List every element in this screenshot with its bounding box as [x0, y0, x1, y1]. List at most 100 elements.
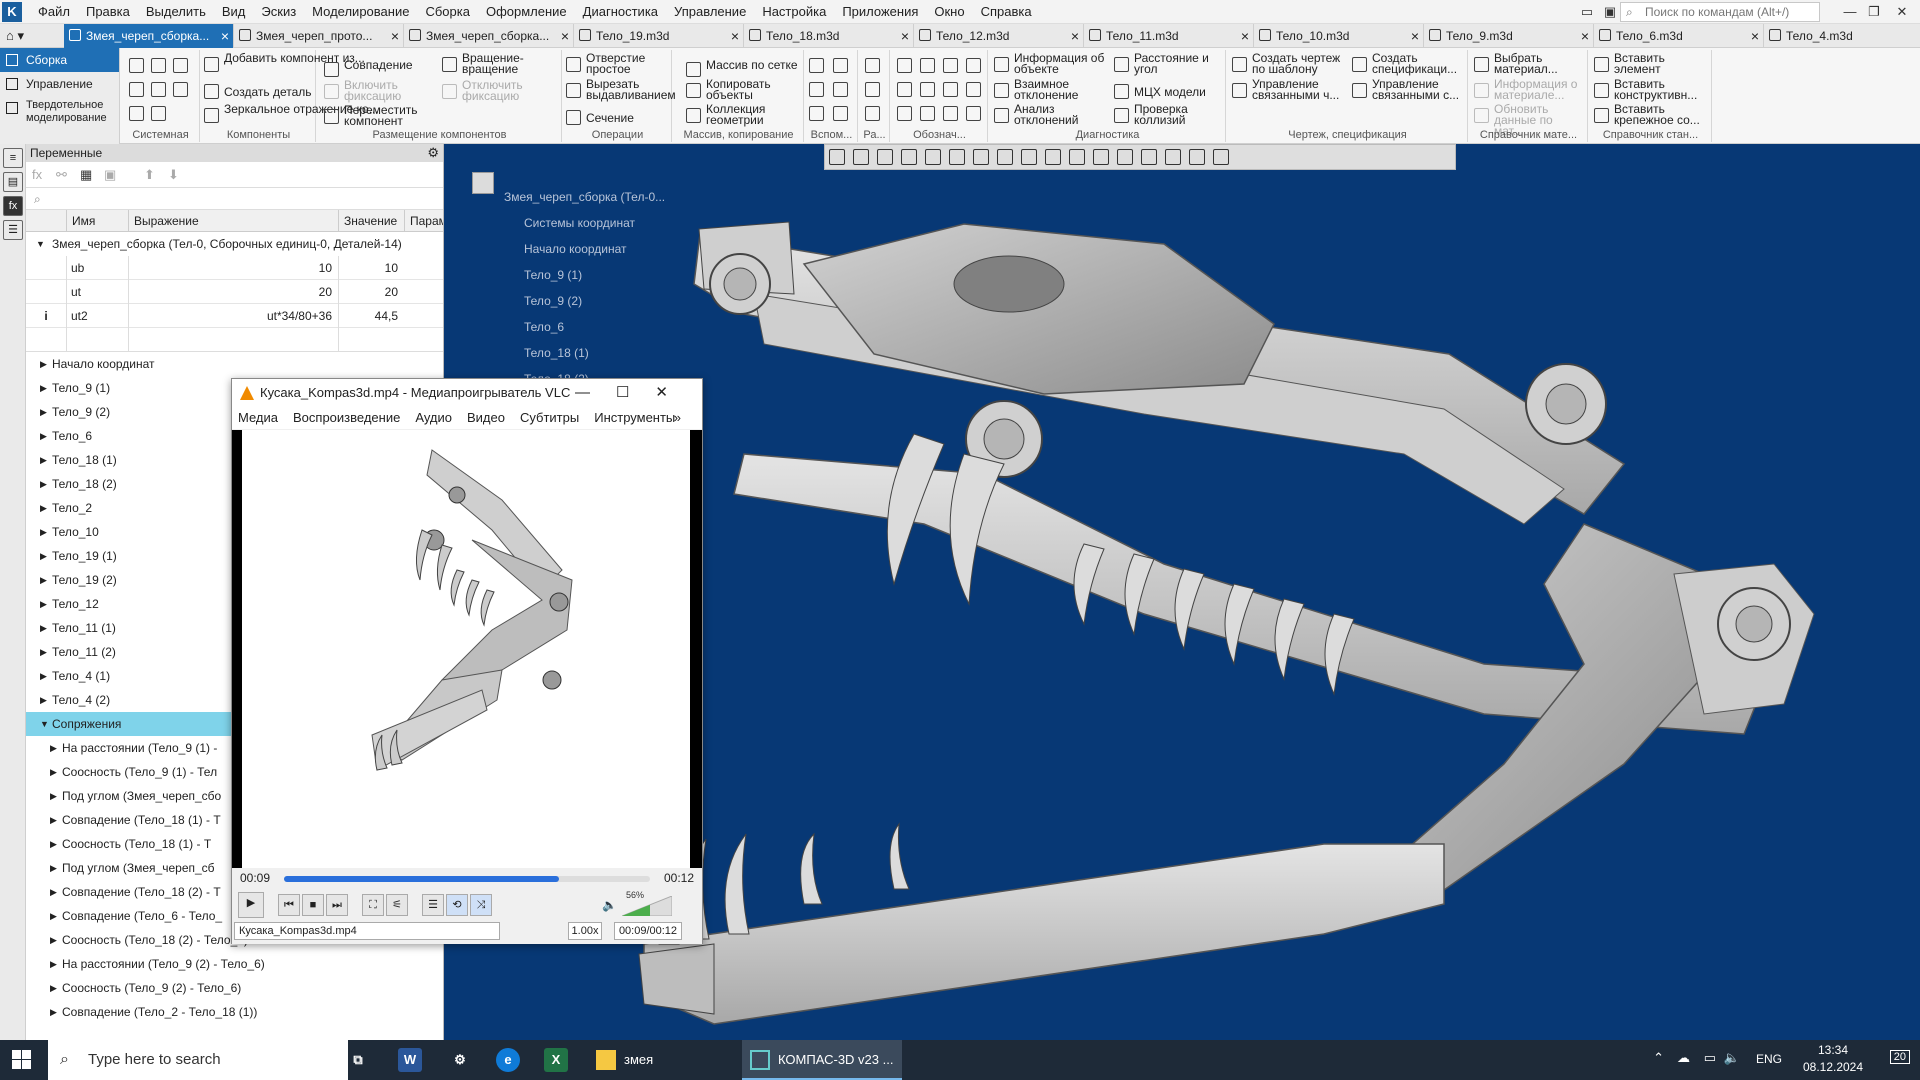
menu-item[interactable]: Правка	[78, 0, 138, 24]
close-button[interactable]: ✕	[1892, 2, 1912, 22]
redo-icon[interactable]	[151, 106, 166, 121]
close-tab-icon[interactable]: ×	[561, 24, 569, 48]
manage-linked-specs-button[interactable]: Управление связанными с...	[1352, 78, 1466, 103]
mode-solid-modeling[interactable]: Твердотельное моделирование	[0, 96, 119, 128]
settings-icon[interactable]: ⚙	[448, 1048, 472, 1072]
expand-arrow-icon[interactable]: ▶	[40, 664, 47, 688]
move-down-icon[interactable]: ⬇	[168, 167, 179, 183]
gear-icon[interactable]: ⚙	[427, 144, 439, 162]
document-tab[interactable]: Тело_18.m3d ×	[744, 24, 914, 48]
table-icon[interactable]	[897, 106, 912, 121]
variable-expression[interactable]: 10	[128, 256, 338, 280]
view-icon[interactable]: ▣	[1600, 2, 1620, 22]
volume-icon[interactable]: 🔈	[1724, 1050, 1740, 1066]
notification-button[interactable]: 20	[1889, 1050, 1910, 1064]
taskbar-search-input[interactable]: ⌕ Type here to search	[48, 1040, 348, 1080]
update-material-button[interactable]: Обновить данные по мат...	[1474, 103, 1584, 137]
expand-arrow-icon[interactable]: ▶	[40, 376, 47, 400]
leader-icon[interactable]	[897, 58, 912, 73]
menu-item[interactable]: Вид	[214, 0, 254, 24]
sketch-icon[interactable]	[833, 106, 848, 121]
position-icon[interactable]	[897, 82, 912, 97]
geometry-collection-button[interactable]: Коллекция геометрии	[686, 103, 796, 128]
column-value[interactable]: Значение	[338, 210, 408, 232]
expand-arrow-icon[interactable]: ▶	[40, 688, 47, 712]
menu-item[interactable]: Справка	[973, 0, 1040, 24]
weld-icon[interactable]	[943, 82, 958, 97]
close-tab-icon[interactable]: ×	[901, 24, 909, 48]
shuffle-button[interactable]: ⤨	[470, 894, 492, 916]
menu-item[interactable]: Диагностика	[575, 0, 666, 24]
table-row-empty[interactable]	[26, 328, 443, 352]
excel-icon[interactable]: X	[544, 1048, 568, 1072]
taskbar-folder[interactable]: змея	[588, 1040, 738, 1080]
minimize-button[interactable]: —	[1840, 2, 1860, 22]
variables-search-input[interactable]: ⌕	[26, 188, 443, 210]
expand-arrow-icon[interactable]: ▶	[40, 592, 47, 616]
object-info-button[interactable]: Информация об объекте	[994, 52, 1114, 77]
vlc-menu-item[interactable]: Аудио	[415, 407, 452, 429]
menu-item[interactable]: Настройка	[754, 0, 834, 24]
select-material-button[interactable]: Выбрать материал...	[1474, 52, 1584, 77]
variables-icon[interactable]: fx	[3, 196, 23, 216]
menu-item[interactable]: Сборка	[417, 0, 478, 24]
rotation-button[interactable]: Вращение-вращение	[442, 52, 542, 77]
linear-dim-icon[interactable]	[865, 58, 880, 73]
menu-item[interactable]: Эскиз	[253, 0, 304, 24]
vlc-menu-item[interactable]: Субтитры	[520, 407, 579, 429]
preview-icon[interactable]	[151, 82, 166, 97]
time-display[interactable]: 00:09/00:12	[614, 922, 682, 940]
document-tab[interactable]: Змея_череп_сборка... ×	[404, 24, 574, 48]
column-expression[interactable]: Выражение	[128, 210, 364, 232]
print-icon[interactable]	[129, 82, 144, 97]
expand-arrow-icon[interactable]: ▶	[50, 880, 57, 904]
variable-name[interactable]: ub	[66, 256, 128, 280]
tray-chevron-icon[interactable]: ⌃	[1653, 1050, 1664, 1066]
expand-arrow-icon[interactable]: ▶	[50, 952, 57, 976]
document-tab[interactable]: Змея_череп_сборка... ×	[64, 24, 234, 48]
speed-button[interactable]: 1.00x	[568, 922, 602, 940]
undo-icon[interactable]	[129, 106, 144, 121]
hole-button[interactable]: Отверстие простое	[566, 52, 670, 77]
table-icon[interactable]: ▦	[80, 167, 92, 183]
expand-arrow-icon[interactable]: ▶	[50, 760, 57, 784]
tree-item[interactable]: ▶ Начало координат	[26, 352, 443, 376]
fullscreen-button[interactable]: ⛶	[362, 894, 384, 916]
layers-icon[interactable]: ☰	[3, 220, 23, 240]
task-view-icon[interactable]: ⧉	[346, 1048, 370, 1072]
close-tab-icon[interactable]: ×	[1071, 24, 1079, 48]
plane-icon[interactable]	[809, 58, 824, 73]
create-spec-button[interactable]: Создать спецификаци...	[1352, 52, 1466, 77]
angle-dim-icon[interactable]	[865, 82, 880, 97]
previous-button[interactable]: ⏮	[278, 894, 300, 916]
table-row[interactable]: ub 10 10	[26, 256, 443, 280]
disable-fix-button[interactable]: Отключить фиксацию	[442, 79, 542, 104]
expand-arrow-icon[interactable]: ▶	[40, 352, 47, 376]
expand-arrow-icon[interactable]: ▶	[50, 1000, 57, 1024]
close-tab-icon[interactable]: ×	[1751, 24, 1759, 48]
tolerance-icon[interactable]	[966, 58, 981, 73]
document-tab[interactable]: Тело_6.m3d ×	[1594, 24, 1764, 48]
empty-cell[interactable]	[66, 328, 128, 352]
material-info-button[interactable]: Информация о материале...	[1474, 78, 1584, 103]
loop-button[interactable]: ⟲	[446, 894, 468, 916]
move-up-icon[interactable]: ⬆	[144, 167, 155, 183]
expand-arrow-icon[interactable]: ▶	[40, 544, 47, 568]
point-icon[interactable]	[809, 82, 824, 97]
move-component-button[interactable]: Переместить компонент	[324, 104, 424, 129]
enable-fix-button[interactable]: Включить фиксацию	[324, 79, 424, 104]
close-tab-icon[interactable]: ×	[731, 24, 739, 48]
vlc-menu-item[interactable]: Видео	[467, 407, 505, 429]
close-tab-icon[interactable]: ×	[221, 24, 229, 48]
properties-panel-icon[interactable]: ▤	[3, 172, 23, 192]
menu-item[interactable]: Выделить	[138, 0, 214, 24]
variable-name[interactable]: ut2	[66, 304, 128, 328]
variable-name[interactable]: ut	[66, 280, 128, 304]
play-button[interactable]: ▶	[238, 892, 264, 918]
deviation-analysis-button[interactable]: Анализ отклонений	[994, 103, 1114, 128]
variable-expression[interactable]: ut*34/80+36	[128, 304, 338, 328]
vlc-title-bar[interactable]: Кусака_Kompas3d.mp4 - Медиапроигрыватель…	[232, 379, 702, 407]
menu-item[interactable]: Моделирование	[304, 0, 417, 24]
clock-date[interactable]: 08.12.2024	[1798, 1060, 1868, 1074]
expand-arrow-icon[interactable]: ▶	[40, 520, 47, 544]
